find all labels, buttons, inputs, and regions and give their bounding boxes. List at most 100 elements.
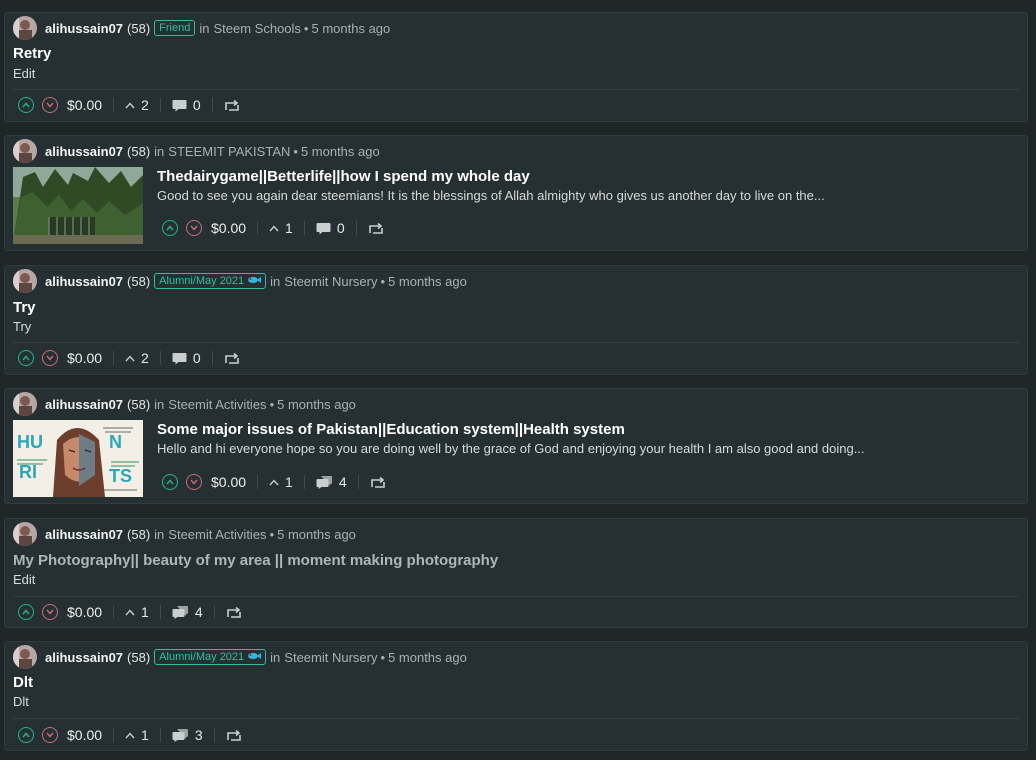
upvote-button[interactable] [162, 220, 178, 236]
payout-value[interactable]: $0.00 [211, 220, 246, 236]
upvote-button[interactable] [162, 474, 178, 490]
post-excerpt[interactable]: Edit [13, 572, 35, 587]
upvote-button[interactable] [18, 350, 34, 366]
votes-chevron-icon[interactable] [125, 101, 135, 109]
thumbnail-letters: N [109, 432, 122, 452]
author-name[interactable]: alihussain07 [45, 274, 123, 289]
downvote-button[interactable] [42, 604, 58, 620]
avatar[interactable] [13, 269, 37, 293]
avatar[interactable] [13, 16, 37, 40]
avatar[interactable] [13, 645, 37, 669]
comment-icon[interactable] [316, 222, 331, 235]
avatar[interactable] [13, 392, 37, 416]
vote-count[interactable]: 2 [141, 350, 149, 366]
community-link[interactable]: Steemit Activities [168, 397, 266, 412]
comment-count[interactable]: 4 [195, 604, 203, 620]
comments-multiple-icon[interactable] [172, 728, 189, 742]
post-card[interactable]: alihussain07 (58) in STEEMIT PAKISTAN • … [4, 135, 1028, 251]
upvote-button[interactable] [18, 97, 34, 113]
downvote-button[interactable] [186, 474, 202, 490]
vote-count[interactable]: 1 [285, 474, 293, 490]
payout-value[interactable]: $0.00 [67, 97, 102, 113]
post-title[interactable]: Try [13, 299, 36, 316]
comment-icon[interactable] [172, 352, 187, 365]
community-link[interactable]: Steemit Nursery [284, 650, 377, 665]
votes-chevron-icon[interactable] [125, 354, 135, 362]
payout-value[interactable]: $0.00 [67, 350, 102, 366]
card-divider [13, 718, 1019, 719]
resteem-icon[interactable] [226, 606, 242, 618]
downvote-button[interactable] [186, 220, 202, 236]
post-excerpt[interactable]: Try [13, 319, 31, 334]
action-divider [113, 351, 115, 365]
post-title[interactable]: Some major issues of Pakistan||Education… [157, 421, 625, 438]
vote-count[interactable]: 1 [141, 727, 149, 743]
community-link[interactable]: STEEMIT PAKISTAN [168, 144, 290, 159]
resteem-icon[interactable] [368, 222, 384, 234]
comment-count[interactable]: 0 [193, 350, 201, 366]
comments-multiple-icon[interactable] [316, 475, 333, 489]
downvote-button[interactable] [42, 727, 58, 743]
post-card[interactable]: alihussain07 (58) Alumni/May 2021 in Ste… [4, 641, 1028, 751]
community-link[interactable]: Steem Schools [213, 21, 300, 36]
post-time[interactable]: 5 months ago [388, 650, 467, 665]
post-actions: $0.00 1 0 [162, 213, 384, 243]
post-title[interactable]: My Photography|| beauty of my area || mo… [13, 552, 498, 569]
author-name[interactable]: alihussain07 [45, 527, 123, 542]
upvote-button[interactable] [18, 727, 34, 743]
comment-count[interactable]: 0 [337, 220, 345, 236]
resteem-icon[interactable] [224, 99, 240, 111]
votes-chevron-icon[interactable] [125, 608, 135, 616]
post-title[interactable]: Dlt [13, 674, 33, 691]
thumbnail-letters: TS [109, 466, 132, 486]
author-reputation: (58) [127, 526, 151, 542]
vote-count[interactable]: 1 [141, 604, 149, 620]
upvote-button[interactable] [18, 604, 34, 620]
post-time[interactable]: 5 months ago [388, 274, 467, 289]
payout-value[interactable]: $0.00 [67, 604, 102, 620]
resteem-icon[interactable] [224, 352, 240, 364]
post-thumbnail[interactable]: HU N RI TS [13, 420, 143, 497]
votes-chevron-icon[interactable] [269, 478, 279, 486]
post-card[interactable]: alihussain07 (58) Friend in Steem School… [4, 12, 1028, 122]
action-divider [113, 98, 115, 112]
post-excerpt[interactable]: Dlt [13, 694, 29, 709]
comment-count[interactable]: 0 [193, 97, 201, 113]
post-title[interactable]: Thedairygame||Betterlife||how I spend my… [157, 168, 530, 185]
votes-chevron-icon[interactable] [125, 731, 135, 739]
author-name[interactable]: alihussain07 [45, 144, 123, 159]
in-label: in [270, 649, 281, 665]
post-card[interactable]: alihussain07 (58) Alumni/May 2021 in Ste… [4, 265, 1028, 375]
post-time[interactable]: 5 months ago [277, 397, 356, 412]
author-name[interactable]: alihussain07 [45, 650, 123, 665]
vote-count[interactable]: 2 [141, 97, 149, 113]
post-card[interactable]: alihussain07 (58) in Steemit Activities … [4, 518, 1028, 628]
comment-count[interactable]: 3 [195, 727, 203, 743]
downvote-button[interactable] [42, 97, 58, 113]
post-excerpt[interactable]: Good to see you again dear steemians! It… [157, 188, 825, 203]
votes-chevron-icon[interactable] [269, 224, 279, 232]
author-name[interactable]: alihussain07 [45, 397, 123, 412]
post-excerpt[interactable]: Hello and hi everyone hope so you are do… [157, 441, 865, 456]
resteem-icon[interactable] [370, 476, 386, 488]
post-thumbnail[interactable] [13, 167, 143, 244]
community-link[interactable]: Steemit Nursery [284, 274, 377, 289]
community-link[interactable]: Steemit Activities [168, 527, 266, 542]
post-card[interactable]: alihussain07 (58) in Steemit Activities … [4, 388, 1028, 504]
post-time[interactable]: 5 months ago [311, 21, 390, 36]
resteem-icon[interactable] [226, 729, 242, 741]
post-excerpt[interactable]: Edit [13, 66, 35, 81]
post-title[interactable]: Retry [13, 45, 51, 62]
vote-count[interactable]: 1 [285, 220, 293, 236]
payout-value[interactable]: $0.00 [67, 727, 102, 743]
avatar[interactable] [13, 139, 37, 163]
avatar[interactable] [13, 522, 37, 546]
payout-value[interactable]: $0.00 [211, 474, 246, 490]
comments-multiple-icon[interactable] [172, 605, 189, 619]
comment-count[interactable]: 4 [339, 474, 347, 490]
post-time[interactable]: 5 months ago [301, 144, 380, 159]
post-time[interactable]: 5 months ago [277, 527, 356, 542]
downvote-button[interactable] [42, 350, 58, 366]
author-name[interactable]: alihussain07 [45, 21, 123, 36]
comment-icon[interactable] [172, 99, 187, 112]
